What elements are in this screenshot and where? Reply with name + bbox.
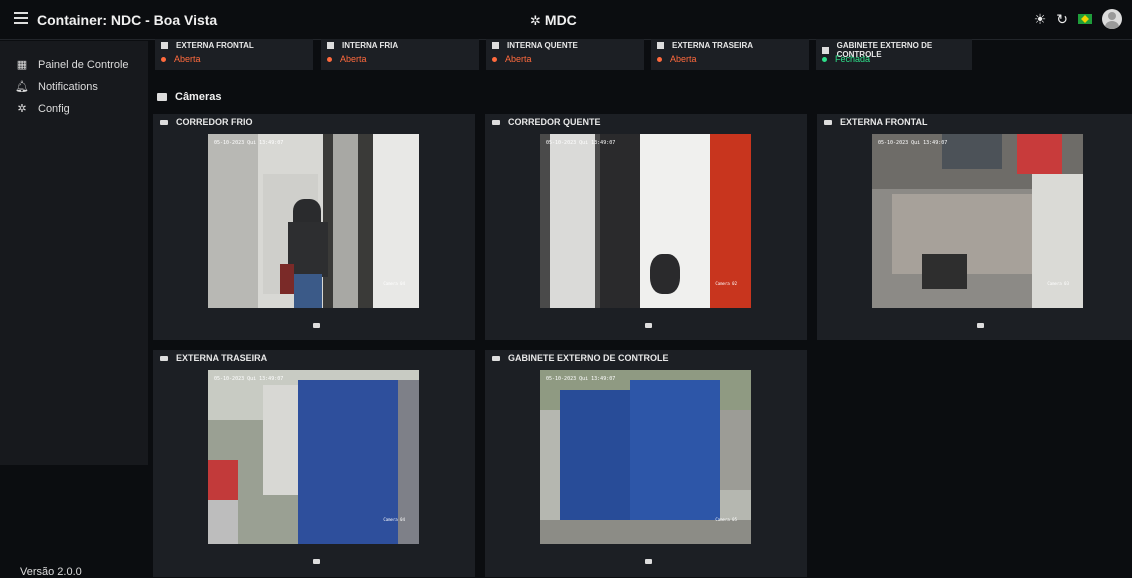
camera-timestamp: 05-10-2023 Qui 13:49:07: [878, 140, 948, 146]
sensor-name: INTERNA QUENTE: [507, 41, 578, 50]
sidebar-item-notifications[interactable]: 🔔︎ Notifications: [14, 80, 98, 94]
sensor-card-externa-traseira: EXTERNA TRASEIRA Aberta: [651, 39, 809, 70]
brazil-flag-icon[interactable]: [1078, 14, 1092, 24]
sidebar-item-label: Config: [38, 102, 70, 115]
sensor-card-interna-fria: INTERNA FRIA Aberta: [321, 39, 479, 70]
camera-card-corredor-frio: CORREDOR FRIO 05-10-2023 Qui 13:49:07 Ca…: [153, 114, 475, 340]
camera-card-gabinete-externo: GABINETE EXTERNO DE CONTROLE 05-10-2023 …: [485, 350, 807, 577]
video-icon: [492, 119, 500, 125]
sidebar-item-config[interactable]: ✲ Config: [14, 102, 70, 116]
camera-card-corredor-quente: CORREDOR QUENTE 05-10-2023 Qui 13:49:07 …: [485, 114, 807, 340]
camera-timestamp: 05-10-2023 Qui 13:49:07: [214, 376, 284, 382]
camera-feed[interactable]: 05-10-2023 Qui 13:49:07 Camera 03: [872, 134, 1083, 308]
sidebar-item-label: Painel de Controle: [38, 58, 129, 71]
sidebar: ▦ Painel de Controle 🔔︎ Notifications ✲ …: [0, 41, 148, 465]
refresh-icon[interactable]: ↻: [1056, 11, 1068, 28]
sensor-name: EXTERNA FRONTAL: [176, 41, 254, 50]
video-icon: [160, 119, 168, 125]
door-icon: [822, 46, 829, 54]
camera-control-icon[interactable]: [313, 559, 320, 564]
sensor-status: Aberta: [505, 54, 532, 64]
camera-timestamp: 05-10-2023 Qui 13:49:07: [546, 140, 616, 146]
sensor-status: Aberta: [340, 54, 367, 64]
camera-timestamp: 05-10-2023 Qui 13:49:07: [214, 140, 284, 146]
camera-card-externa-frontal: EXTERNA FRONTAL 05-10-2023 Qui 13:49:07 …: [817, 114, 1132, 340]
camera-feed[interactable]: 05-10-2023 Qui 13:49:07 Camera 02: [540, 134, 751, 308]
center-title-text: MDC: [544, 12, 577, 28]
camera-control-icon[interactable]: [645, 323, 652, 328]
status-dot: [492, 56, 497, 62]
camera-label: Camera 02: [715, 281, 737, 286]
status-dot: [161, 56, 166, 62]
sensor-status: Aberta: [670, 54, 697, 64]
bell-icon: 🔔︎: [15, 81, 29, 93]
center-title: ✲ MDC: [530, 12, 577, 29]
camera-feed[interactable]: 05-10-2023 Qui 13:49:07 Camera 05: [540, 370, 751, 544]
camera-title: EXTERNA FRONTAL: [840, 117, 928, 127]
camera-feed[interactable]: 05-10-2023 Qui 13:49:07 Camera 04: [208, 370, 419, 544]
video-icon: [824, 119, 832, 125]
camera-timestamp: 05-10-2023 Qui 13:49:07: [546, 376, 616, 382]
door-icon: [161, 42, 168, 49]
top-right-actions: ☀ ↻: [1034, 9, 1122, 29]
gear-icon: ✲: [530, 13, 541, 28]
status-dot: [327, 56, 332, 62]
cameras-heading: Câmeras: [157, 91, 221, 103]
camera-label: Camera 04: [383, 517, 405, 522]
video-icon: [492, 355, 500, 361]
sensor-name: EXTERNA TRASEIRA: [672, 41, 754, 50]
sidebar-item-label: Notifications: [38, 80, 98, 93]
sensor-status: Aberta: [174, 54, 201, 64]
dashboard-icon: ▦: [16, 59, 28, 71]
camera-label: Camera 04: [383, 281, 405, 286]
door-icon: [657, 42, 664, 49]
avatar[interactable]: [1102, 9, 1122, 29]
sensor-card-interna-quente: INTERNA QUENTE Aberta: [486, 39, 644, 70]
camera-label: Camera 05: [715, 517, 737, 522]
video-icon: [160, 355, 168, 361]
camera-title: CORREDOR FRIO: [176, 117, 253, 127]
door-icon: [327, 42, 334, 49]
top-bar: Container: NDC - Boa Vista ✲ MDC ☀ ↻: [0, 0, 1132, 40]
sidebar-item-painel-de-controle[interactable]: ▦ Painel de Controle: [14, 58, 129, 72]
app-title: Container: NDC - Boa Vista: [37, 12, 218, 28]
version-label: Versão 2.0.0: [20, 566, 82, 578]
camera-title: GABINETE EXTERNO DE CONTROLE: [508, 353, 669, 363]
camera-control-icon[interactable]: [977, 323, 984, 328]
camera-label: Camera 03: [1047, 281, 1069, 286]
status-dot: [822, 56, 827, 62]
camera-feed[interactable]: 05-10-2023 Qui 13:49:07 Camera 04: [208, 134, 419, 308]
sensor-status: Fechada: [835, 54, 871, 64]
camera-title: EXTERNA TRASEIRA: [176, 353, 268, 363]
camera-icon: [157, 93, 167, 101]
sensor-card-gabinete-externo: GABINETE EXTERNO DE CONTROLE Fechada: [816, 39, 972, 70]
menu-icon[interactable]: [14, 11, 30, 25]
sensor-name: INTERNA FRIA: [342, 41, 399, 50]
camera-control-icon[interactable]: [313, 323, 320, 328]
door-icon: [492, 42, 499, 49]
camera-card-externa-traseira: EXTERNA TRASEIRA 05-10-2023 Qui 13:49:07…: [153, 350, 475, 577]
status-dot: [657, 56, 662, 62]
cameras-heading-text: Câmeras: [175, 91, 222, 103]
sensor-card-externa-frontal: EXTERNA FRONTAL Aberta: [155, 39, 313, 70]
camera-title: CORREDOR QUENTE: [508, 117, 601, 127]
gear-icon: ✲: [17, 103, 27, 115]
theme-toggle-icon[interactable]: ☀: [1034, 11, 1047, 28]
camera-control-icon[interactable]: [645, 559, 652, 564]
